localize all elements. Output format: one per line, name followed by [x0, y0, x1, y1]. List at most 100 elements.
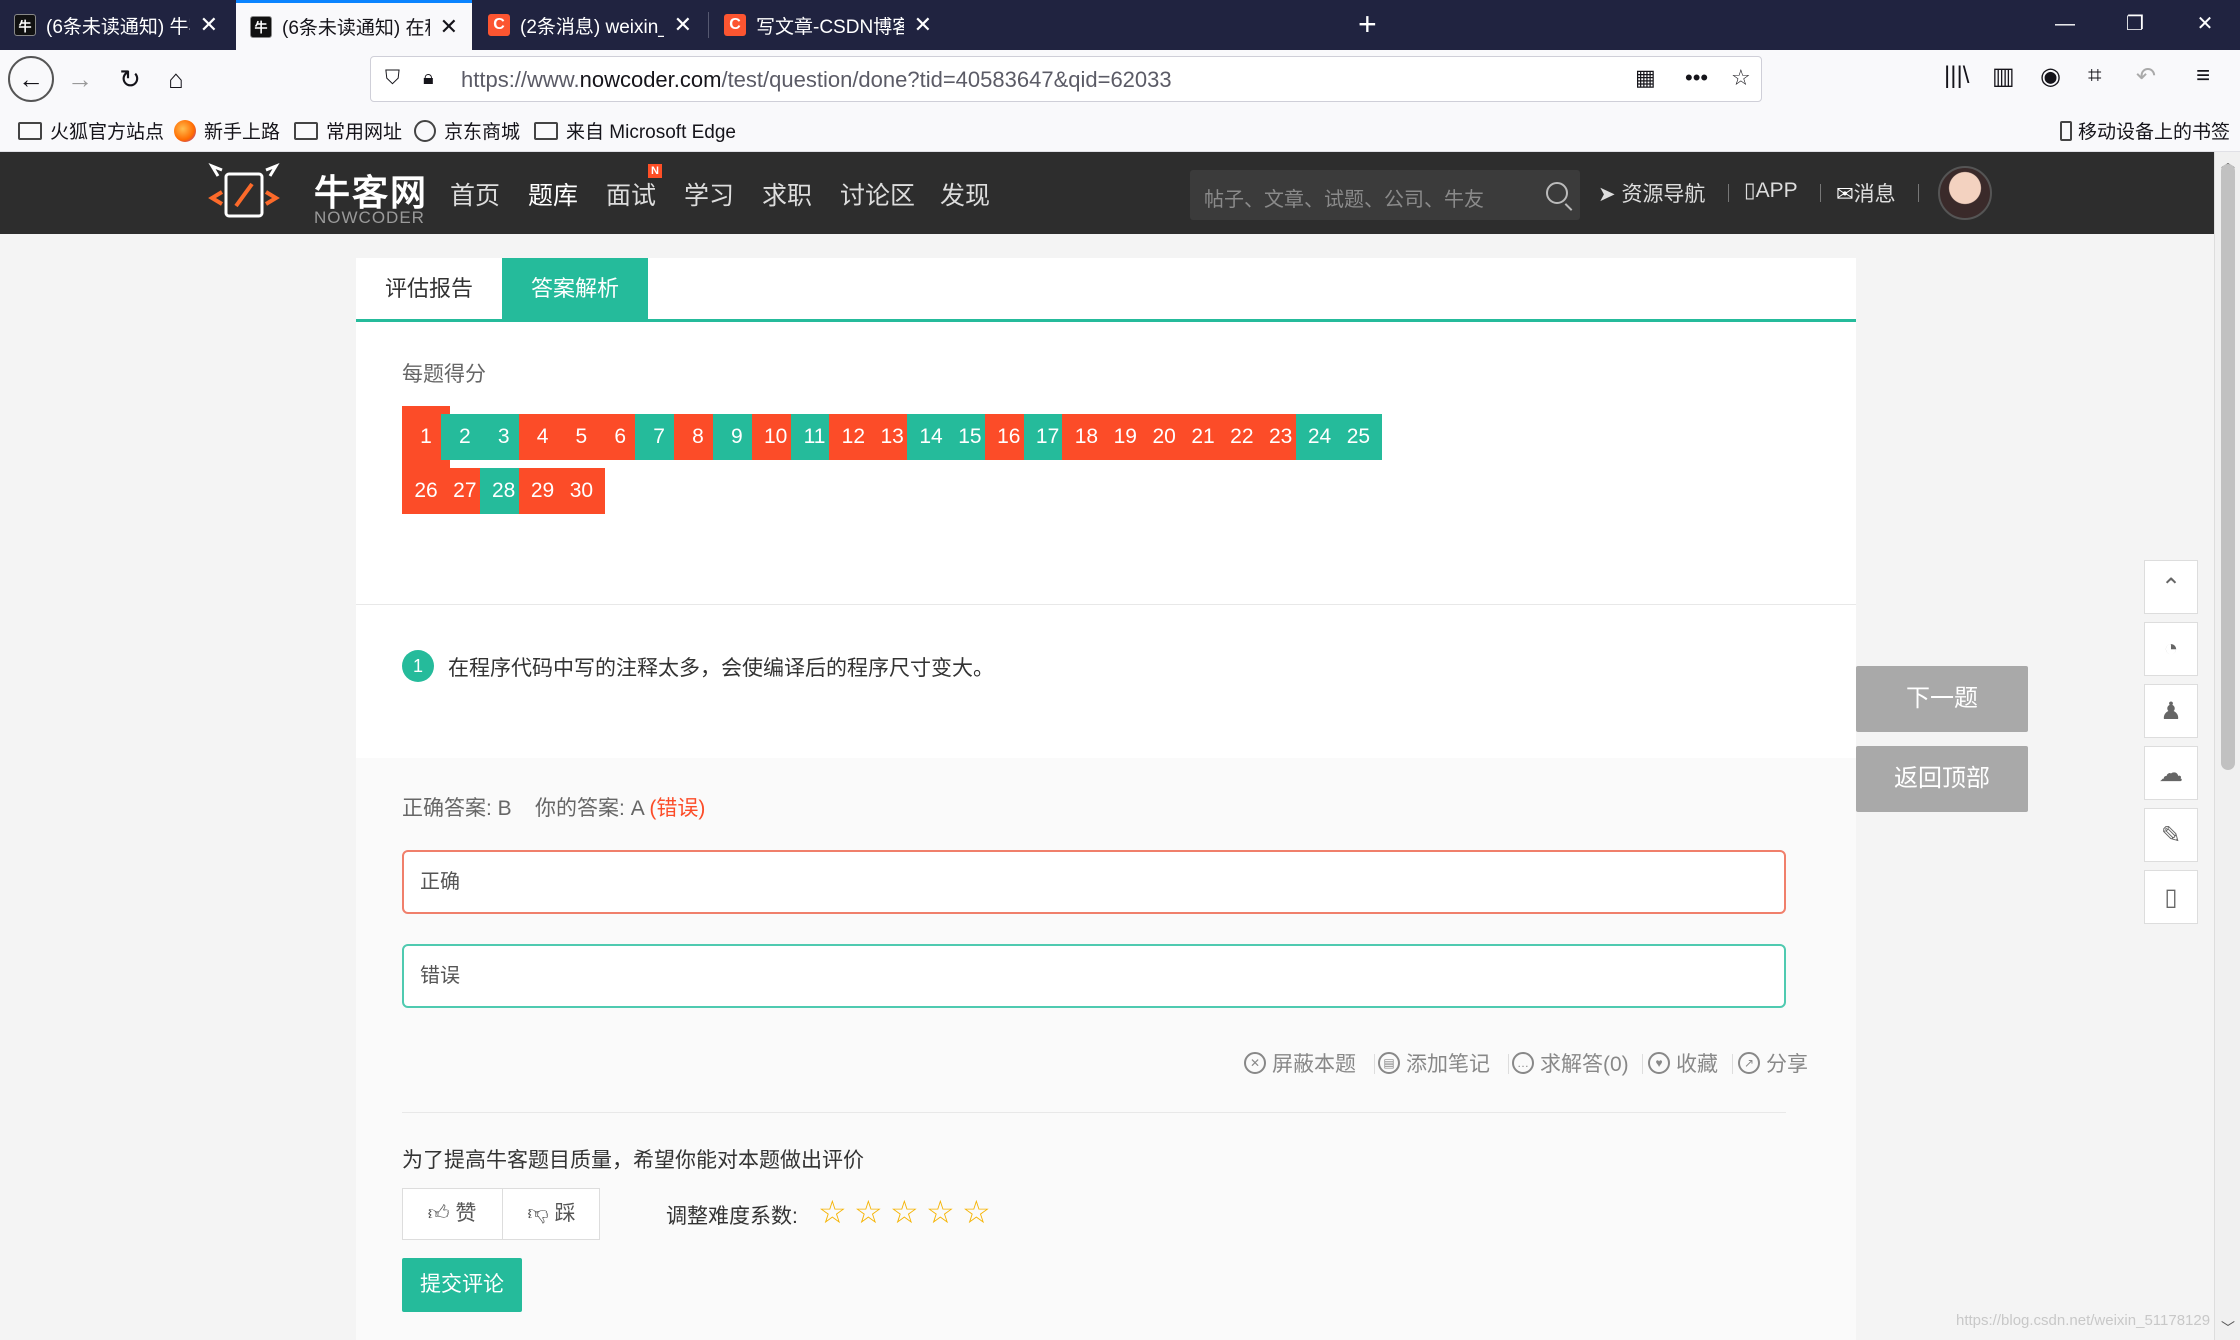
page-actions-icon[interactable]: •••: [1685, 65, 1708, 91]
next-question-button[interactable]: 下一题: [1856, 666, 2028, 732]
share-button[interactable]: ↗ 分享: [1738, 1048, 1808, 1078]
nav-interview[interactable]: 面试: [606, 176, 656, 212]
block-icon: ✕: [1244, 1052, 1266, 1074]
action-separator: [1508, 1054, 1509, 1074]
bookmark-item[interactable]: 京东商城: [414, 117, 520, 144]
library-icon[interactable]: |||\: [1944, 62, 1969, 90]
nav-home[interactable]: 首页: [450, 176, 500, 212]
close-tab-icon[interactable]: ✕: [200, 12, 218, 38]
navigation-arrow-icon: ➤: [1598, 183, 1622, 206]
close-tab-icon[interactable]: ✕: [440, 14, 458, 40]
reload-icon[interactable]: ↻: [108, 58, 152, 100]
tab-separator: [708, 12, 709, 38]
star-icon[interactable]: ☆: [854, 1196, 883, 1228]
browser-tab[interactable]: C (2条消息) weixin_51178129的 ✕: [474, 0, 706, 50]
nav-discover[interactable]: 发现: [940, 176, 990, 212]
submit-comment-button[interactable]: 提交评论: [402, 1258, 522, 1312]
firefox-icon: [174, 119, 196, 142]
bookmark-item[interactable]: 来自 Microsoft Edge: [534, 117, 736, 144]
site-search-input[interactable]: 帖子、文章、试题、公司、牛友: [1190, 170, 1580, 220]
back-to-top-button[interactable]: 返回顶部: [1856, 746, 2028, 812]
wechat-icon[interactable]: ☁: [2144, 746, 2198, 800]
difficulty-label: 调整难度系数:: [666, 1205, 798, 1228]
qr-code-icon[interactable]: ▦: [1635, 65, 1656, 91]
ask-answer-button[interactable]: … 求解答(0): [1512, 1048, 1629, 1078]
home-icon[interactable]: ⌂: [154, 58, 198, 100]
close-tab-icon[interactable]: ✕: [914, 12, 932, 38]
close-tab-icon[interactable]: ✕: [674, 12, 692, 38]
resource-nav-link[interactable]: ➤ 资源导航: [1598, 178, 1705, 208]
phone-icon: [2060, 120, 2072, 141]
url-text[interactable]: https://www.nowcoder.com/test/question/d…: [461, 67, 1172, 93]
nowcoder-favicon-icon: 牛: [250, 15, 272, 38]
scroll-down-arrow-icon[interactable]: ﹀: [2219, 1318, 2237, 1338]
account-icon[interactable]: ◉: [2040, 62, 2061, 91]
bookmark-label: 移动设备上的书签: [2078, 122, 2231, 143]
sidebar-icon[interactable]: ▥: [1992, 62, 2015, 91]
mobile-bookmarks[interactable]: 移动设备上的书签: [2060, 117, 2230, 144]
browser-tab-active[interactable]: 牛 (6条未读通知) 在程序代码中写的 ✕: [236, 0, 472, 50]
scroll-up-icon[interactable]: ⌃: [2144, 560, 2198, 614]
search-icon[interactable]: [1546, 182, 1568, 204]
browser-tab[interactable]: 牛 (6条未读通知) 牛客136847985 ✕: [0, 0, 232, 50]
minimize-icon[interactable]: —: [2030, 0, 2100, 50]
page-scrollbar[interactable]: ︿ ﹀: [2214, 152, 2240, 1340]
action-label: 添加笔记: [1406, 1053, 1490, 1076]
star-icon[interactable]: ☆: [890, 1196, 919, 1228]
bookmark-label: 来自 Microsoft Edge: [566, 122, 736, 143]
scrollbar-thumb[interactable]: [2221, 164, 2235, 770]
menu-icon[interactable]: ≡: [2196, 62, 2210, 90]
messages-link[interactable]: ✉消息: [1836, 178, 1896, 208]
weibo-icon[interactable]: ◔: [2144, 622, 2198, 676]
url-bar[interactable]: ⛉ 🔒︎ https://www.nowcoder.com/test/quest…: [370, 56, 1762, 102]
action-label: 分享: [1766, 1053, 1808, 1076]
option-true[interactable]: 正确: [402, 850, 1786, 914]
star-icon[interactable]: ☆: [926, 1196, 955, 1228]
question-score-30[interactable]: 30: [557, 468, 606, 514]
bookmark-item[interactable]: 常用网址: [294, 117, 402, 144]
star-icon[interactable]: ☆: [818, 1196, 847, 1228]
browser-tab[interactable]: C 写文章-CSDN博客 ✕: [710, 0, 946, 50]
edit-icon[interactable]: ✎: [2144, 808, 2198, 862]
qq-icon[interactable]: ♟: [2144, 684, 2198, 738]
restore-icon[interactable]: ❐: [2100, 0, 2170, 50]
avatar[interactable]: [1938, 166, 1992, 220]
vote-box: 👍︎ 赞 👎︎ 踩: [402, 1188, 600, 1240]
bookmark-star-icon[interactable]: ☆: [1731, 65, 1751, 91]
block-question-button[interactable]: ✕ 屏蔽本题: [1244, 1048, 1356, 1078]
close-window-icon[interactable]: ✕: [2170, 0, 2240, 50]
bookmark-item[interactable]: 新手上路: [174, 117, 280, 144]
bookmark-label: 火狐官方站点: [50, 122, 165, 143]
tab-evaluation-report[interactable]: 评估报告: [356, 258, 502, 320]
share-icon: ↗: [1738, 1052, 1760, 1074]
app-link[interactable]: ▯APP: [1744, 178, 1798, 203]
star-icon[interactable]: ☆: [962, 1196, 991, 1228]
add-note-button[interactable]: ▤ 添加笔记: [1378, 1048, 1490, 1078]
nav-learn[interactable]: 学习: [684, 176, 734, 212]
nav-discussion[interactable]: 讨论区: [840, 176, 915, 212]
logo-subtext: NOWCODER: [314, 208, 425, 227]
nav-jobs[interactable]: 求职: [762, 176, 812, 212]
mobile-qr-icon[interactable]: ▯: [2144, 870, 2198, 924]
dislike-button[interactable]: 👎︎ 踩: [502, 1189, 600, 1239]
link-label: 消息: [1853, 183, 1896, 206]
undo-icon[interactable]: ↶: [2136, 62, 2156, 91]
mail-icon: ✉: [1836, 183, 1854, 206]
bookmark-label: 京东商城: [444, 122, 521, 143]
back-icon[interactable]: ←: [8, 56, 54, 102]
option-false[interactable]: 错误: [402, 944, 1786, 1008]
favorite-button[interactable]: ♥ 收藏: [1648, 1048, 1718, 1078]
action-separator: [1732, 1054, 1733, 1074]
forward-icon[interactable]: →: [58, 58, 102, 100]
new-tab-icon[interactable]: +: [1358, 0, 1377, 50]
tab-answer-analysis[interactable]: 答案解析: [502, 258, 648, 320]
bookmark-item[interactable]: 火狐官方站点: [18, 117, 164, 144]
lock-icon[interactable]: 🔒︎: [423, 67, 434, 90]
tracking-shield-icon[interactable]: ⛉: [385, 67, 400, 90]
answer-report-card: 评估报告 答案解析 每题得分 1 2 3 4 5 6 7 8 9 10 11 12 13 14 15 16 17…: [356, 258, 1856, 1340]
nav-question-bank[interactable]: 题库: [528, 176, 578, 212]
nowcoder-logo-icon[interactable]: [208, 162, 280, 224]
question-score-25[interactable]: 25: [1334, 414, 1383, 460]
screenshot-icon[interactable]: ⌗: [2088, 62, 2102, 90]
like-button[interactable]: 👍︎ 赞: [403, 1189, 501, 1239]
